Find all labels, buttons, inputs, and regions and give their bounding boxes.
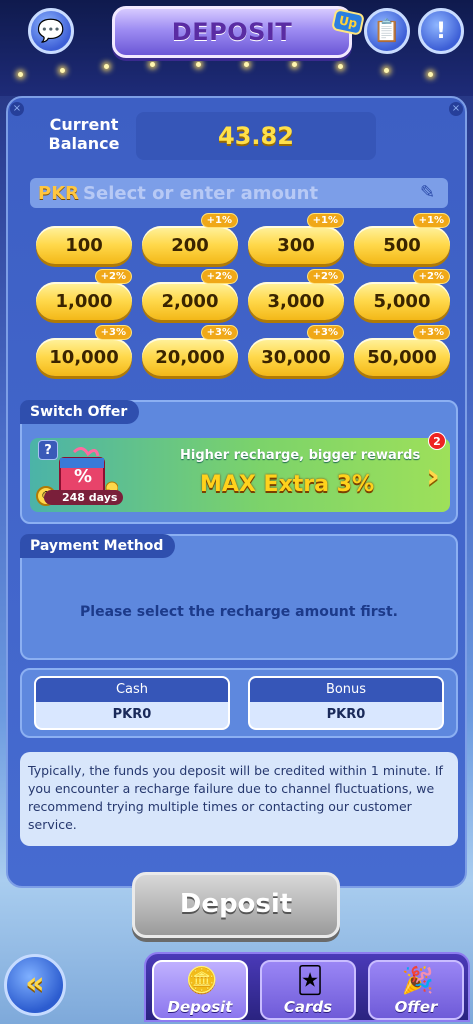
amount-option[interactable]: +2% 1,000 [36,269,132,320]
nav-deposit[interactable]: 🪙 Deposit [152,960,248,1020]
amount-label: 1,000 [55,290,113,312]
deposit-panel: × × Current Balance 43.82 PKR ✎ 100 +1% … [6,96,467,888]
party-icon: 🎉 [401,966,435,996]
bonus-wallet: Bonus PKR0 [248,676,444,730]
corner-decor-icon: × [10,102,24,116]
bonus-value: PKR0 [326,707,366,722]
offer-count-badge: 2 [428,432,446,450]
chat-button[interactable]: 💬 [28,8,74,54]
bonus-tag: +1% [200,213,238,228]
nav-label: Cards [283,998,333,1016]
nav-label: Offer [394,998,438,1016]
amount-label: 100 [65,234,103,256]
nav-label: Deposit [167,998,233,1016]
back-button[interactable]: « [4,954,66,1016]
corner-decor-icon: × [449,102,463,116]
up-badge: Up [330,8,365,36]
balance-label: Current Balance [48,115,120,153]
wallet-section: Cash PKR0 Bonus PKR0 [20,668,458,738]
amount-option[interactable]: +3% 30,000 [248,325,344,376]
nav-cards[interactable]: 🃏 Cards [260,960,356,1020]
records-button[interactable]: 📋 [364,8,410,54]
amount-label: 20,000 [155,346,225,368]
bonus-tag: +3% [412,325,450,340]
amount-option[interactable]: 100 [36,226,132,264]
chips-icon: 🪙 [185,966,219,996]
payment-method-message: Please select the recharge amount first. [80,604,398,620]
info-icon: ! [435,18,447,44]
pencil-icon[interactable]: ✎ [420,182,442,204]
deposit-button[interactable]: Deposit [132,872,340,938]
payment-method-section: Payment Method Please select the recharg… [20,534,458,660]
payment-method-tab: Payment Method [20,534,176,558]
switch-offer-tab: Switch Offer [20,400,140,424]
bonus-tag: +3% [200,325,238,340]
cash-label: Cash [36,678,228,702]
amount-option[interactable]: +1% 500 [354,213,450,264]
bonus-tag: +2% [412,269,450,284]
amount-label: 50,000 [367,346,437,368]
currency-label: PKR [38,182,80,204]
percent-mark: % [74,466,93,487]
top-bar: 💬 DEPOSIT Up 📋 ! [0,0,473,96]
cash-value: PKR0 [112,707,152,722]
amount-label: 3,000 [267,290,325,312]
amount-option[interactable]: +1% 200 [142,213,238,264]
chat-icon: 💬 [37,18,65,44]
chevron-right-icon[interactable]: › [426,456,440,496]
amount-label: 30,000 [261,346,331,368]
decorative-lights [0,62,473,82]
offer-headline: MAX Extra 3% [200,472,374,497]
amount-label: 200 [171,234,209,256]
deposit-notice: Typically, the funds you deposit will be… [20,752,458,846]
switch-offer-section: Switch Offer ? % ⏱ 248 days Higher recha… [20,400,458,524]
offer-subtitle: Higher recharge, bigger rewards [180,448,421,463]
cards-icon: 🃏 [296,966,324,996]
amount-label: 300 [277,234,315,256]
bonus-tag: +1% [412,213,450,228]
amount-label: 500 [383,234,421,256]
amount-field[interactable]: PKR ✎ [30,178,448,208]
amount-label: 5,000 [373,290,431,312]
bonus-tag: +2% [306,269,344,284]
bonus-label: Bonus [250,678,442,702]
amount-label: 10,000 [49,346,119,368]
balance-box: 43.82 [136,112,376,160]
amount-option[interactable]: +3% 10,000 [36,325,132,376]
amount-option[interactable]: +3% 50,000 [354,325,450,376]
cash-wallet: Cash PKR0 [34,676,230,730]
bonus-tag: +3% [94,325,132,340]
title-plate: DEPOSIT Up [112,6,365,58]
double-chevron-left-icon: « [25,966,45,1001]
balance-value: 43.82 [218,122,294,150]
bonus-tag: +2% [200,269,238,284]
bonus-tag: +3% [306,325,344,340]
amount-option[interactable]: +2% 5,000 [354,269,450,320]
record-icon: 📋 [373,18,401,44]
offer-days: 248 days [44,490,124,505]
info-button[interactable]: ! [418,8,464,54]
offer-banner[interactable]: ? % ⏱ 248 days Higher recharge, bigger r… [30,432,450,512]
page-title: DEPOSIT [171,18,293,46]
bonus-tag: +1% [306,213,344,228]
bonus-tag: +2% [94,269,132,284]
amount-option[interactable]: +3% 20,000 [142,325,238,376]
amount-option[interactable]: +2% 3,000 [248,269,344,320]
nav-offer[interactable]: 🎉 Offer [368,960,464,1020]
bottom-nav: 🪙 Deposit 🃏 Cards 🎉 Offer [144,952,470,1022]
amount-input[interactable] [83,182,404,204]
amount-option[interactable]: +2% 2,000 [142,269,238,320]
amount-option[interactable]: +1% 300 [248,213,344,264]
amount-label: 2,000 [161,290,219,312]
